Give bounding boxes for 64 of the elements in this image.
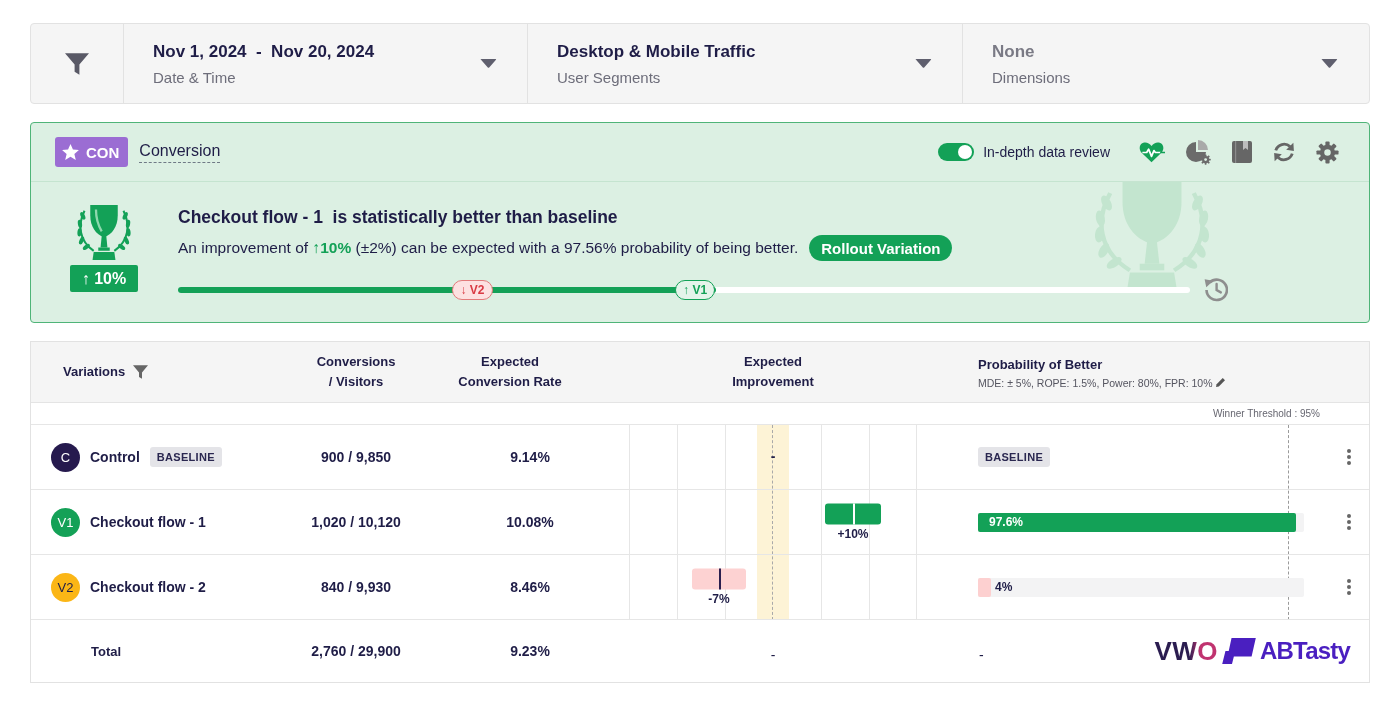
variation-avatar: V2 bbox=[51, 572, 80, 602]
variation-name: Control bbox=[90, 449, 140, 465]
improvement-value: - bbox=[770, 447, 776, 464]
more-options-icon[interactable] bbox=[1347, 449, 1351, 465]
variation-marker: ↓ V2 bbox=[452, 280, 493, 300]
conversion-rate-value: 10.08% bbox=[506, 514, 554, 530]
conversion-rate-value: 9.14% bbox=[510, 449, 550, 465]
column-header: Variations bbox=[63, 363, 126, 381]
threshold-label: Winner Threshold : 95% bbox=[1212, 408, 1320, 419]
caret-icon[interactable] bbox=[915, 59, 932, 68]
toggle-label: In-depth data review bbox=[983, 144, 1110, 160]
conversions-value: 2,760 / 29,900 bbox=[311, 643, 401, 659]
book-icon[interactable] bbox=[1232, 141, 1252, 163]
baseline-tag: BASELINE bbox=[978, 447, 1051, 467]
baseline-tag: BASELINE bbox=[149, 447, 222, 467]
toggle-switch[interactable] bbox=[938, 143, 975, 161]
result-description: An improvement of ↑10% (±2%) can be expected with a 97.56% probability of being better. bbox=[178, 239, 799, 257]
refresh-icon[interactable] bbox=[1273, 142, 1295, 162]
settings-icon[interactable] bbox=[1316, 140, 1339, 164]
filter-icon[interactable] bbox=[65, 52, 89, 75]
caret-icon[interactable] bbox=[480, 59, 497, 68]
pencil-icon[interactable] bbox=[1215, 378, 1225, 387]
conversion-rate-value: 9.23% bbox=[510, 643, 550, 659]
conversions-value: 900 / 9,850 bbox=[320, 449, 392, 465]
conversions-value: 1,020 / 10,120 bbox=[311, 514, 401, 530]
lift-badge: ↑ 10% bbox=[70, 265, 138, 292]
filter-dropdown[interactable]: Nov 1, 2024 - Nov 20, 2024 Date & Time bbox=[124, 24, 528, 103]
probability-value: - bbox=[979, 647, 984, 663]
result-title: Checkout flow - 1 is statistically better than baseline bbox=[178, 206, 619, 229]
variation-name: Checkout flow - 1 bbox=[90, 514, 206, 530]
trophy-icon bbox=[76, 205, 132, 260]
filter-icon[interactable] bbox=[133, 365, 149, 379]
filter-dropdown[interactable]: None Dimensions bbox=[963, 24, 1369, 103]
improvement-value: +10% bbox=[837, 526, 869, 541]
pie-chart-gear-icon[interactable] bbox=[1186, 139, 1211, 165]
filter-dropdown[interactable]: Desktop & Mobile Traffic User Segments bbox=[528, 24, 963, 103]
conversion-rate-value: 8.46% bbox=[510, 579, 550, 595]
column-header: Probability of Better bbox=[978, 355, 1104, 374]
more-options-icon[interactable] bbox=[1347, 514, 1351, 530]
variation-name: Checkout flow - 2 bbox=[90, 579, 206, 595]
heart-pulse-icon[interactable] bbox=[1139, 141, 1165, 163]
column-header: Expected Improvement bbox=[732, 353, 814, 391]
star-icon bbox=[62, 144, 79, 160]
banner-shape-icon bbox=[1222, 637, 1256, 665]
history-icon[interactable] bbox=[1204, 278, 1228, 302]
total-label: Total bbox=[91, 643, 122, 659]
probability-value: 97.6% bbox=[989, 515, 1024, 529]
more-options-icon[interactable] bbox=[1347, 579, 1351, 595]
probability-value: 4% bbox=[995, 580, 1013, 594]
caret-icon[interactable] bbox=[1321, 59, 1338, 68]
improvement-value: - bbox=[770, 647, 776, 663]
confidence-interval-bar bbox=[692, 568, 746, 590]
variation-avatar: C bbox=[51, 442, 80, 472]
metric-link[interactable]: Conversion bbox=[139, 141, 221, 163]
improvement-value: -7% bbox=[708, 591, 730, 606]
variation-marker: ↑ V1 bbox=[675, 280, 716, 300]
brand-logo: ABTasty bbox=[1260, 637, 1350, 665]
column-header: Expected Conversion Rate bbox=[457, 353, 563, 391]
variation-avatar: V1 bbox=[51, 507, 80, 537]
confidence-interval-bar bbox=[825, 503, 881, 525]
metric-code: CON bbox=[86, 143, 120, 161]
conversions-value: 840 / 9,930 bbox=[320, 579, 392, 595]
column-header: Conversions / Visitors bbox=[316, 353, 396, 391]
test-settings-note: MDE: ± 5%, ROPE: 1.5%, Power: 80%, FPR: 10% bbox=[978, 375, 1213, 390]
